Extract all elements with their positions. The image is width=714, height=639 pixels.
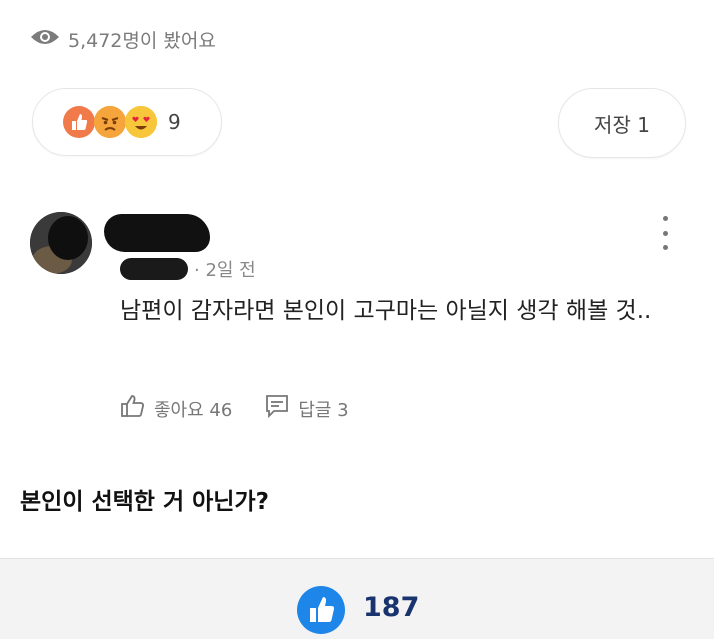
comment-reply-button[interactable]: 답글 3 [264, 393, 349, 424]
footer-like-icon[interactable] [297, 586, 345, 634]
thumbs-up-icon [63, 106, 95, 138]
reaction-count: 9 [168, 110, 181, 134]
thumbs-up-outline-icon [120, 393, 146, 424]
redacted-author-name [104, 214, 210, 252]
comment-time: · 2일 전 [194, 260, 256, 281]
comment-meta: · 2일 전 [120, 256, 256, 282]
comment-reply-label: 답글 3 [298, 399, 349, 421]
redacted-author-info [120, 258, 188, 280]
angry-face-icon [94, 106, 126, 138]
comment-text: 남편이 감자라면 본인이 고구마는 아닐지 생각 해볼 것.. [120, 298, 652, 324]
avatar[interactable] [30, 212, 92, 274]
heart-eyes-face-icon [125, 106, 157, 138]
footer-bar [0, 558, 714, 639]
view-count: 5,472명이 봤어요 [30, 26, 216, 53]
comment-actions: 좋아요 46 답글 3 [120, 393, 349, 424]
more-options-icon[interactable] [655, 216, 675, 250]
reactions-button[interactable]: 9 [32, 88, 222, 156]
footer-like-count: 187 [363, 592, 420, 623]
reply-bubble-icon [264, 393, 290, 424]
save-button[interactable]: 저장 1 [558, 88, 686, 158]
view-count-text: 5,472명이 봤어요 [68, 30, 216, 52]
eye-icon [30, 27, 60, 52]
save-label: 저장 1 [594, 112, 650, 137]
post-caption: 본인이 선택한 거 아닌가? [20, 489, 269, 515]
comment-like-label: 좋아요 46 [154, 399, 233, 421]
comment-like-button[interactable]: 좋아요 46 [120, 393, 232, 424]
